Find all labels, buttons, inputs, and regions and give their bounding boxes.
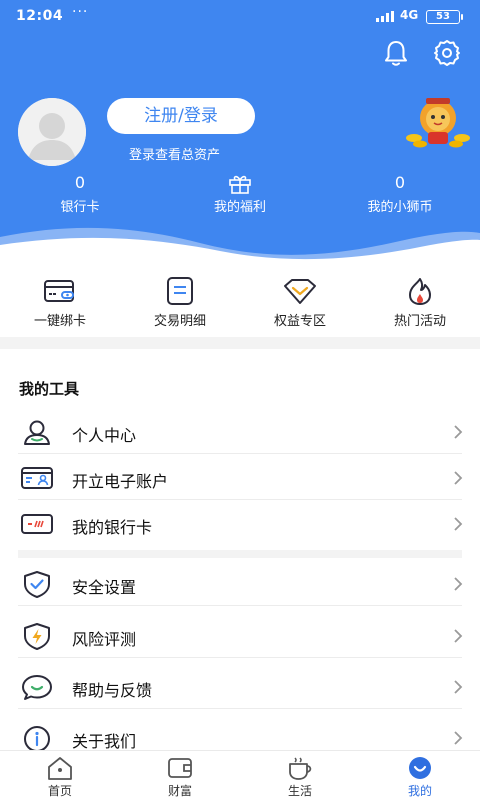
tools-section-title: 我的工具 bbox=[19, 380, 80, 398]
tab-wealth-label: 财富 bbox=[167, 784, 192, 798]
shortcut-transactions[interactable]: 交易明细 bbox=[120, 276, 240, 329]
chevron-right-icon bbox=[454, 629, 463, 643]
lion-mascot-icon bbox=[406, 98, 470, 148]
stat-bank-cards-label: 银行卡 bbox=[60, 200, 100, 215]
tool-item-my-bank-cards[interactable]: 我的银行卡 bbox=[18, 502, 463, 546]
tab-life-label: 生活 bbox=[287, 784, 312, 798]
tab-wealth[interactable]: 财富 bbox=[120, 755, 240, 799]
chevron-right-icon bbox=[454, 471, 463, 485]
gear-icon[interactable] bbox=[432, 38, 462, 68]
tool-item-security-settings-label: 安全设置 bbox=[72, 578, 137, 597]
chevron-right-icon bbox=[454, 577, 463, 591]
id-card-icon bbox=[21, 467, 53, 489]
battery-icon: 53 bbox=[426, 10, 463, 24]
stat-welfare-label: 我的福利 bbox=[213, 200, 266, 215]
flame-icon bbox=[409, 278, 431, 305]
tool-item-open-account-label: 开立电子账户 bbox=[72, 472, 169, 491]
chat-bubble-icon bbox=[22, 675, 52, 700]
tool-item-about-us-label: 关于我们 bbox=[72, 732, 137, 751]
shortcut-hot-events-label: 热门活动 bbox=[393, 314, 446, 329]
person-icon bbox=[24, 420, 50, 445]
chevron-right-icon bbox=[454, 425, 463, 439]
stat-bank-cards[interactable]: 0 银行卡 bbox=[0, 173, 160, 216]
shortcut-bind-card-label: 一键绑卡 bbox=[33, 314, 86, 329]
stat-welfare[interactable]: 我的福利 bbox=[160, 174, 320, 215]
tab-mine[interactable]: 我的 bbox=[360, 755, 480, 799]
status-time: 12:04 bbox=[16, 8, 64, 24]
chevron-right-icon bbox=[454, 517, 463, 531]
section-gap bbox=[0, 337, 480, 349]
shortcut-hot-events[interactable]: 热门活动 bbox=[360, 276, 480, 329]
tool-item-personal-center-label: 个人中心 bbox=[72, 426, 137, 445]
info-icon bbox=[24, 726, 50, 752]
wallet-icon bbox=[168, 758, 192, 778]
login-hint: 登录查看总资产 bbox=[129, 148, 221, 163]
bottom-tab-bar: 首页 财富 生活 我的 bbox=[0, 750, 480, 800]
profile-header: 12:04 ··· 4G 53 注册/登录 登录查看总资产 0 银行卡 我的福利… bbox=[0, 0, 480, 265]
bank-card-icon bbox=[21, 514, 53, 534]
tool-item-risk-assessment-label: 风险评测 bbox=[72, 630, 137, 649]
bell-icon[interactable] bbox=[381, 38, 411, 68]
card-link-icon bbox=[44, 280, 74, 302]
section-divider bbox=[18, 550, 462, 558]
document-list-icon bbox=[167, 277, 193, 305]
tab-home[interactable]: 首页 bbox=[0, 755, 120, 799]
shield-check-icon bbox=[24, 571, 50, 598]
chevron-right-icon bbox=[454, 731, 463, 745]
default-avatar-icon bbox=[18, 98, 86, 166]
gift-icon bbox=[229, 175, 251, 194]
shortcut-rights-label: 权益专区 bbox=[273, 314, 326, 329]
tab-mine-label: 我的 bbox=[407, 784, 432, 798]
shortcut-bind-card[interactable]: 一键绑卡 bbox=[0, 276, 120, 329]
stat-lion-coins-value: 0 bbox=[394, 173, 406, 192]
header-wave bbox=[0, 227, 480, 265]
shield-lightning-icon bbox=[24, 623, 50, 650]
tool-item-my-bank-cards-label: 我的银行卡 bbox=[72, 518, 153, 537]
tool-item-open-account[interactable]: 开立电子账户 bbox=[18, 456, 463, 500]
tool-item-help-feedback-label: 帮助与反馈 bbox=[72, 681, 153, 700]
avatar[interactable] bbox=[18, 98, 86, 166]
tool-item-risk-assessment[interactable]: 风险评测 bbox=[18, 614, 463, 658]
tool-item-security-settings[interactable]: 安全设置 bbox=[18, 562, 463, 606]
stat-lion-coins-label: 我的小狮币 bbox=[367, 200, 433, 215]
shortcut-bar: 一键绑卡 交易明细 权益专区 热门活动 bbox=[0, 270, 480, 340]
user-smile-icon bbox=[409, 757, 431, 779]
home-icon bbox=[48, 757, 72, 780]
shortcut-rights[interactable]: 权益专区 bbox=[240, 276, 360, 329]
tool-item-help-feedback[interactable]: 帮助与反馈 bbox=[18, 665, 463, 709]
stat-lion-coins[interactable]: 0 我的小狮币 bbox=[320, 173, 480, 216]
tab-home-label: 首页 bbox=[47, 784, 72, 798]
signal-icon bbox=[376, 11, 394, 22]
login-register-button[interactable]: 注册/登录 bbox=[107, 98, 255, 134]
diamond-icon bbox=[284, 279, 316, 304]
tool-item-personal-center[interactable]: 个人中心 bbox=[18, 410, 463, 454]
shortcut-transactions-label: 交易明细 bbox=[153, 314, 206, 329]
chevron-right-icon bbox=[454, 680, 463, 694]
status-bar: 12:04 ··· 4G 53 bbox=[0, 0, 480, 34]
status-dots: ··· bbox=[72, 4, 89, 20]
network-type: 4G bbox=[400, 8, 419, 22]
tab-life[interactable]: 生活 bbox=[240, 755, 360, 799]
stat-bank-cards-value: 0 bbox=[74, 173, 86, 192]
coffee-icon bbox=[289, 757, 312, 780]
